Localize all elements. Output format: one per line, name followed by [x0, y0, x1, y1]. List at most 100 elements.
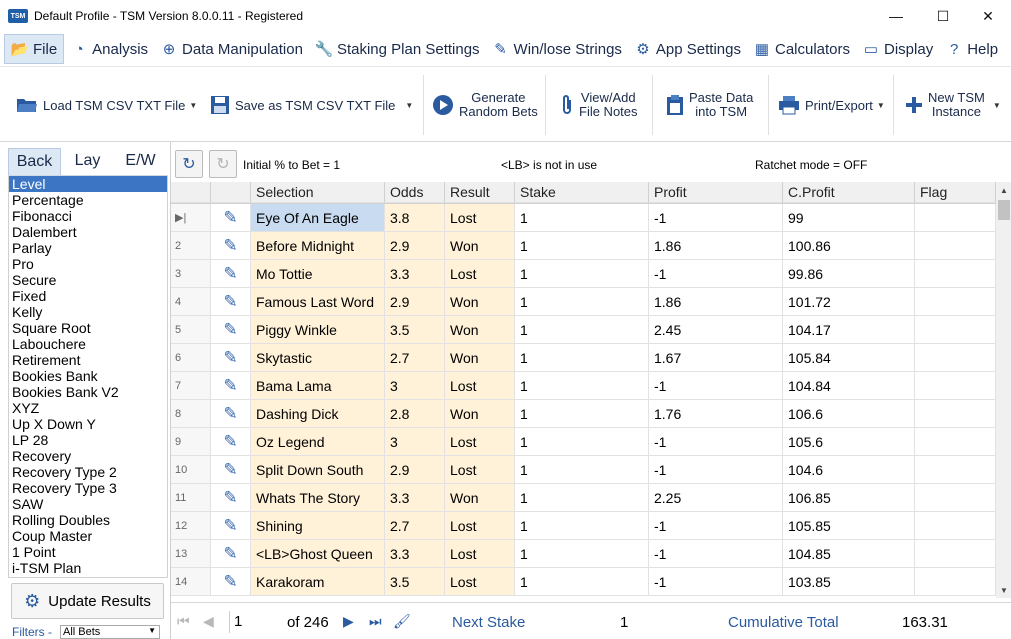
cell-selection[interactable]: Whats The Story — [251, 484, 385, 512]
cell-selection[interactable]: Oz Legend — [251, 428, 385, 456]
table-row[interactable]: 11 ✎ Whats The Story 3.3 Won 1 2.25 106.85 — [171, 484, 996, 512]
page-number-input[interactable]: 1 — [229, 611, 279, 633]
cell-result[interactable]: Lost — [445, 204, 515, 232]
table-row[interactable]: 8 ✎ Dashing Dick 2.8 Won 1 1.76 106.6 — [171, 400, 996, 428]
cell-result[interactable]: Lost — [445, 260, 515, 288]
cell-selection[interactable]: <LB>Ghost Queen — [251, 540, 385, 568]
column-header-result[interactable]: Result — [445, 182, 515, 203]
cell-odds[interactable]: 3.3 — [385, 260, 445, 288]
undo-button[interactable]: ↻ — [175, 150, 203, 178]
edit-row-button[interactable]: ✎ — [211, 344, 251, 372]
cell-selection[interactable]: Split Down South — [251, 456, 385, 484]
cell-stake[interactable]: 1 — [515, 540, 649, 568]
plan-item[interactable]: Fixed — [9, 288, 167, 304]
cell-selection[interactable]: Eye Of An Eagle — [251, 204, 385, 232]
minimize-button[interactable]: — — [873, 0, 919, 32]
first-record-icon[interactable]: ⏮ — [177, 613, 190, 630]
cell-stake[interactable]: 1 — [515, 400, 649, 428]
plan-item[interactable]: Dalembert — [9, 224, 167, 240]
cell-odds[interactable]: 2.8 — [385, 400, 445, 428]
cell-selection[interactable]: Skytastic — [251, 344, 385, 372]
cell-stake[interactable]: 1 — [515, 568, 649, 596]
menu-tab-calculators[interactable]: ▦ Calculators — [747, 34, 856, 64]
edit-row-button[interactable]: ✎ — [211, 372, 251, 400]
cell-profit[interactable]: -1 — [649, 540, 783, 568]
cell-flag[interactable] — [915, 540, 996, 568]
cell-flag[interactable] — [915, 484, 996, 512]
plan-item[interactable]: Retirement — [9, 352, 167, 368]
plan-item[interactable]: Recovery Type 2 — [9, 464, 167, 480]
menu-tab-staking-plan-settings[interactable]: 🔧 Staking Plan Settings — [309, 34, 486, 64]
cell-result[interactable]: Won — [445, 232, 515, 260]
menu-tab-data-manipulation[interactable]: ⊕ Data Manipulation — [154, 34, 309, 64]
filters-dropdown[interactable]: All Bets ▼ — [60, 625, 160, 639]
cell-flag[interactable] — [915, 288, 996, 316]
cell-c-profit[interactable]: 104.85 — [783, 540, 915, 568]
next-record-icon[interactable]: ▶ — [343, 613, 354, 630]
cell-profit[interactable]: -1 — [649, 428, 783, 456]
edit-row-button[interactable]: ✎ — [211, 288, 251, 316]
plan-item[interactable]: Bookies Bank V2 — [9, 384, 167, 400]
cell-c-profit[interactable]: 99 — [783, 204, 915, 232]
cell-flag[interactable] — [915, 428, 996, 456]
cell-result[interactable]: Lost — [445, 372, 515, 400]
cell-result[interactable]: Won — [445, 484, 515, 512]
cell-stake[interactable]: 1 — [515, 512, 649, 540]
cell-stake[interactable]: 1 — [515, 204, 649, 232]
cell-flag[interactable] — [915, 344, 996, 372]
plan-item[interactable]: Parlay — [9, 240, 167, 256]
scroll-up-icon[interactable]: ▲ — [996, 182, 1011, 198]
cell-odds[interactable]: 2.9 — [385, 456, 445, 484]
edit-row-button[interactable]: ✎ — [211, 204, 251, 232]
tab-e-w[interactable]: E/W — [114, 148, 167, 175]
redo-button[interactable]: ↻ — [209, 150, 237, 178]
cell-c-profit[interactable]: 105.84 — [783, 344, 915, 372]
plan-item[interactable]: Level — [9, 176, 167, 192]
paste-data-button[interactable]: Paste Data into TSM — [666, 67, 753, 143]
cell-c-profit[interactable]: 106.85 — [783, 484, 915, 512]
scroll-thumb[interactable] — [998, 200, 1010, 220]
cell-c-profit[interactable]: 104.17 — [783, 316, 915, 344]
table-row[interactable]: 6 ✎ Skytastic 2.7 Won 1 1.67 105.84 — [171, 344, 996, 372]
cell-stake[interactable]: 1 — [515, 344, 649, 372]
cell-c-profit[interactable]: 99.86 — [783, 260, 915, 288]
edit-row-button[interactable]: ✎ — [211, 540, 251, 568]
column-header-flag[interactable]: Flag — [915, 182, 996, 203]
cell-profit[interactable]: -1 — [649, 568, 783, 596]
plan-item[interactable]: Kelly — [9, 304, 167, 320]
new-tsm-instance-button[interactable]: New TSM Instance ▼ — [905, 67, 1001, 143]
cell-selection[interactable]: Mo Tottie — [251, 260, 385, 288]
cell-result[interactable]: Won — [445, 288, 515, 316]
edit-row-button[interactable]: ✎ — [211, 456, 251, 484]
cell-stake[interactable]: 1 — [515, 372, 649, 400]
cell-profit[interactable]: -1 — [649, 204, 783, 232]
update-results-button[interactable]: ⚙ Update Results — [11, 583, 164, 619]
plan-item[interactable]: SAW — [9, 496, 167, 512]
edit-row-button[interactable]: ✎ — [211, 428, 251, 456]
cell-profit[interactable]: -1 — [649, 512, 783, 540]
cell-c-profit[interactable]: 104.84 — [783, 372, 915, 400]
cell-profit[interactable]: 1.86 — [649, 232, 783, 260]
cell-profit[interactable]: 2.45 — [649, 316, 783, 344]
plan-item[interactable]: Fibonacci — [9, 208, 167, 224]
edit-row-button[interactable]: ✎ — [211, 232, 251, 260]
plan-item[interactable]: 1 Point — [9, 544, 167, 560]
table-row[interactable]: ▶| ✎ Eye Of An Eagle 3.8 Lost 1 -1 99 — [171, 204, 996, 232]
cell-stake[interactable]: 1 — [515, 456, 649, 484]
cell-odds[interactable]: 3.5 — [385, 568, 445, 596]
cell-selection[interactable]: Shining — [251, 512, 385, 540]
cell-flag[interactable] — [915, 260, 996, 288]
cell-flag[interactable] — [915, 568, 996, 596]
plan-item[interactable]: Bookies Bank — [9, 368, 167, 384]
cell-flag[interactable] — [915, 316, 996, 344]
maximize-button[interactable]: ☐ — [920, 0, 966, 32]
cell-result[interactable]: Won — [445, 344, 515, 372]
cell-stake[interactable]: 1 — [515, 232, 649, 260]
menu-tab-file[interactable]: 📂 File — [4, 34, 65, 64]
cell-odds[interactable]: 2.9 — [385, 232, 445, 260]
plan-item[interactable]: Recovery Type 3 — [9, 480, 167, 496]
cell-odds[interactable]: 3 — [385, 372, 445, 400]
plan-item[interactable]: Recovery — [9, 448, 167, 464]
cell-result[interactable]: Lost — [445, 428, 515, 456]
cell-flag[interactable] — [915, 456, 996, 484]
